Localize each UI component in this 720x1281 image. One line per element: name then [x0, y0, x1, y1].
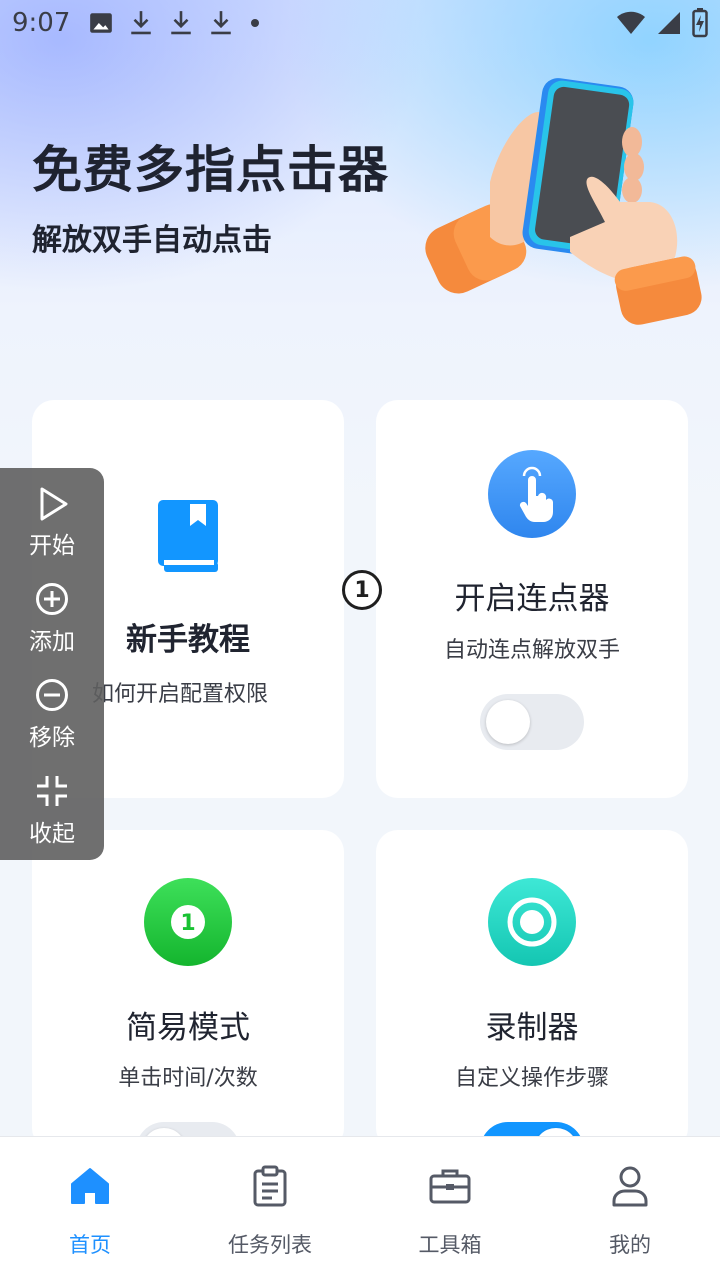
- tutorial-title: 新手教程: [126, 622, 250, 658]
- nav-toolbox[interactable]: 工具箱: [360, 1137, 540, 1281]
- panel-add-button[interactable]: 添加: [0, 578, 104, 664]
- user-icon: [612, 1166, 648, 1207]
- signal-icon: [658, 12, 680, 34]
- panel-start-label: 开始: [29, 533, 75, 559]
- panel-remove-label: 移除: [29, 725, 75, 751]
- add-circle-icon: [36, 583, 68, 615]
- clicker-desc: 自动连点解放双手: [443, 638, 620, 663]
- panel-start-button[interactable]: 开始: [0, 482, 104, 568]
- floating-control-panel: 开始 添加 移除 收起: [0, 468, 104, 860]
- number-one-icon: 1: [144, 878, 232, 966]
- play-icon: [40, 487, 68, 521]
- status-time: 9:07: [12, 8, 71, 38]
- simple-mode-card[interactable]: 1 简易模式 单击时间/次数: [32, 830, 344, 1178]
- nav-toolbox-label: 工具箱: [418, 1233, 482, 1257]
- download-icon: [171, 11, 191, 35]
- panel-collapse-label: 收起: [29, 821, 75, 847]
- panel-remove-button[interactable]: 移除: [0, 674, 104, 760]
- nav-home-label: 首页: [69, 1233, 111, 1257]
- simple-mode-desc: 单击时间/次数: [118, 1066, 258, 1091]
- wifi-icon: [617, 11, 645, 34]
- tap-hand-icon: [488, 450, 576, 538]
- download-icon: [131, 11, 151, 35]
- toolbox-icon: [429, 1169, 471, 1204]
- clipboard-icon: [253, 1165, 287, 1207]
- clicker-card[interactable]: 开启连点器 自动连点解放双手: [376, 400, 688, 798]
- record-icon: [488, 878, 576, 966]
- recorder-desc: 自定义操作步骤: [454, 1066, 609, 1091]
- svg-text:1: 1: [180, 911, 195, 936]
- simple-mode-title: 简易模式: [126, 1010, 250, 1046]
- image-icon: [90, 13, 112, 33]
- panel-collapse-button[interactable]: 收起: [0, 770, 104, 856]
- download-icon: [211, 11, 231, 35]
- toggle-knob: [486, 700, 530, 744]
- collapse-icon: [37, 776, 67, 806]
- hero-subtitle: 解放双手自动点击: [32, 223, 272, 258]
- home-icon: [71, 1168, 109, 1204]
- nav-task-list[interactable]: 任务列表: [180, 1137, 360, 1281]
- status-bar: 9:07: [0, 0, 720, 50]
- bottom-navigation: 首页 任务列表 工具箱 我的: [0, 1136, 720, 1281]
- book-icon: [158, 500, 218, 572]
- dot-icon: [251, 19, 259, 27]
- tutorial-desc: 如何开启配置权限: [92, 682, 269, 707]
- remove-circle-icon: [36, 679, 68, 711]
- clicker-toggle[interactable]: [480, 694, 584, 750]
- nav-mine[interactable]: 我的: [540, 1137, 720, 1281]
- nav-task-list-label: 任务列表: [228, 1233, 312, 1257]
- hand-phone-illustration: [425, 78, 702, 325]
- nav-mine-label: 我的: [609, 1233, 651, 1257]
- nav-home[interactable]: 首页: [0, 1137, 180, 1281]
- battery-charging-icon: [692, 8, 708, 38]
- panel-add-label: 添加: [29, 629, 75, 655]
- recorder-card[interactable]: 录制器 自定义操作步骤: [376, 830, 688, 1178]
- click-point-marker[interactable]: 1: [342, 570, 382, 610]
- clicker-title: 开启连点器: [454, 581, 610, 617]
- recorder-title: 录制器: [485, 1010, 579, 1046]
- click-point-number: 1: [354, 577, 370, 603]
- hero-title: 免费多指点击器: [32, 141, 389, 199]
